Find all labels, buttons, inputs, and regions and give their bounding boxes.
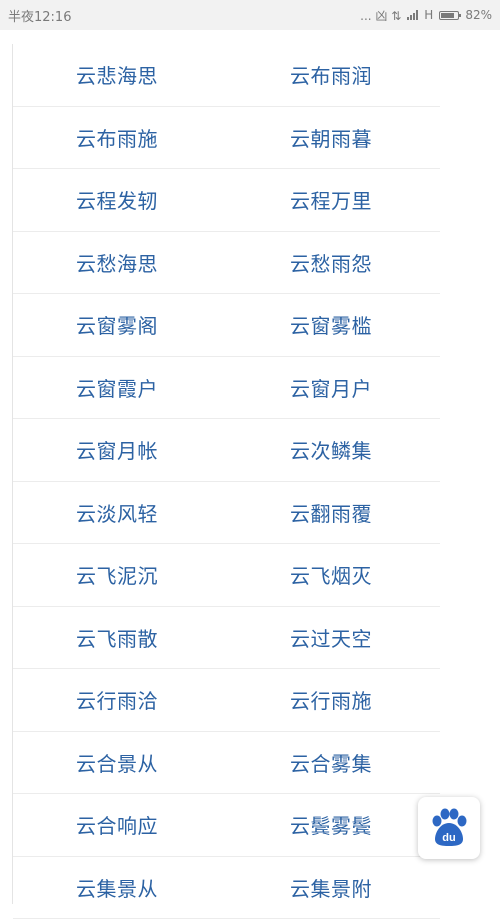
idiom-row: 云淡风轻云翻雨覆	[13, 482, 440, 545]
idiom-row: 云愁海思云愁雨怨	[13, 232, 440, 295]
battery-fill	[441, 13, 454, 18]
idiom-row: 云布雨施云朝雨暮	[13, 107, 440, 170]
signal-strength-icon	[407, 10, 418, 20]
idiom-row: 云飞泥沉云飞烟灭	[13, 544, 440, 607]
idiom-link[interactable]: 云程万里	[290, 185, 440, 214]
idiom-link[interactable]: 云窗霞户	[76, 373, 290, 402]
idiom-link[interactable]: 云窗雾槛	[290, 310, 440, 339]
idiom-list[interactable]: 云悲海思云布雨润云布雨施云朝雨暮云程发轫云程万里云愁海思云愁雨怨云窗雾阁云窗雾槛…	[12, 44, 440, 904]
idiom-link[interactable]: 云布雨施	[76, 123, 290, 152]
idiom-link[interactable]: 云悲海思	[76, 60, 290, 89]
idiom-link[interactable]: 云飞泥沉	[76, 560, 290, 589]
idiom-link[interactable]: 云翻雨覆	[290, 498, 440, 527]
idiom-link[interactable]: 云朝雨暮	[290, 123, 440, 152]
idiom-link[interactable]: 云合景从	[76, 748, 290, 777]
idiom-link[interactable]: 云行雨施	[290, 685, 440, 714]
fab-label: du	[442, 832, 455, 844]
idiom-link[interactable]: 云窗雾阁	[76, 310, 290, 339]
idiom-row: 云合景从云合雾集	[13, 732, 440, 795]
idiom-link[interactable]: 云窗月帐	[76, 435, 290, 464]
idiom-row: 云集景从云集景附	[13, 857, 440, 919]
idiom-link[interactable]: 云程发轫	[76, 185, 290, 214]
baidu-float-button[interactable]: du	[418, 797, 480, 859]
status-signal-text: ... 凶 ⇅	[360, 7, 401, 24]
idiom-link[interactable]: 云集景附	[290, 873, 440, 902]
baidu-paw-icon: du	[427, 806, 471, 850]
idiom-row: 云程发轫云程万里	[13, 169, 440, 232]
battery-percent: 82%	[465, 8, 492, 22]
idiom-row: 云窗雾阁云窗雾槛	[13, 294, 440, 357]
idiom-link[interactable]: 云窗月户	[290, 373, 440, 402]
idiom-row: 云飞雨散云过天空	[13, 607, 440, 670]
idiom-link[interactable]: 云集景从	[76, 873, 290, 902]
idiom-link[interactable]: 云飞烟灭	[290, 560, 440, 589]
status-time: 半夜12:16	[8, 6, 71, 25]
idiom-link[interactable]: 云愁雨怨	[290, 248, 440, 277]
idiom-link[interactable]: 云布雨润	[290, 60, 440, 89]
idiom-row: 云合响应云鬓雾鬓	[13, 794, 440, 857]
idiom-link[interactable]: 云行雨洽	[76, 685, 290, 714]
idiom-row: 云行雨洽云行雨施	[13, 669, 440, 732]
idiom-link[interactable]: 云合响应	[76, 810, 290, 839]
idiom-link[interactable]: 云次鳞集	[290, 435, 440, 464]
idiom-row: 云悲海思云布雨润	[13, 44, 440, 107]
status-bar: 半夜12:16 ... 凶 ⇅ H 82%	[0, 0, 500, 30]
idiom-link[interactable]: 云飞雨散	[76, 623, 290, 652]
idiom-link[interactable]: 云合雾集	[290, 748, 440, 777]
idiom-link[interactable]: 云淡风轻	[76, 498, 290, 527]
idiom-link[interactable]: 云愁海思	[76, 248, 290, 277]
idiom-row: 云窗霞户云窗月户	[13, 357, 440, 420]
idiom-row: 云窗月帐云次鳞集	[13, 419, 440, 482]
idiom-link[interactable]: 云过天空	[290, 623, 440, 652]
network-type: H	[424, 8, 433, 22]
battery-icon	[439, 11, 459, 20]
status-icons: ... 凶 ⇅ H 82%	[360, 7, 492, 24]
